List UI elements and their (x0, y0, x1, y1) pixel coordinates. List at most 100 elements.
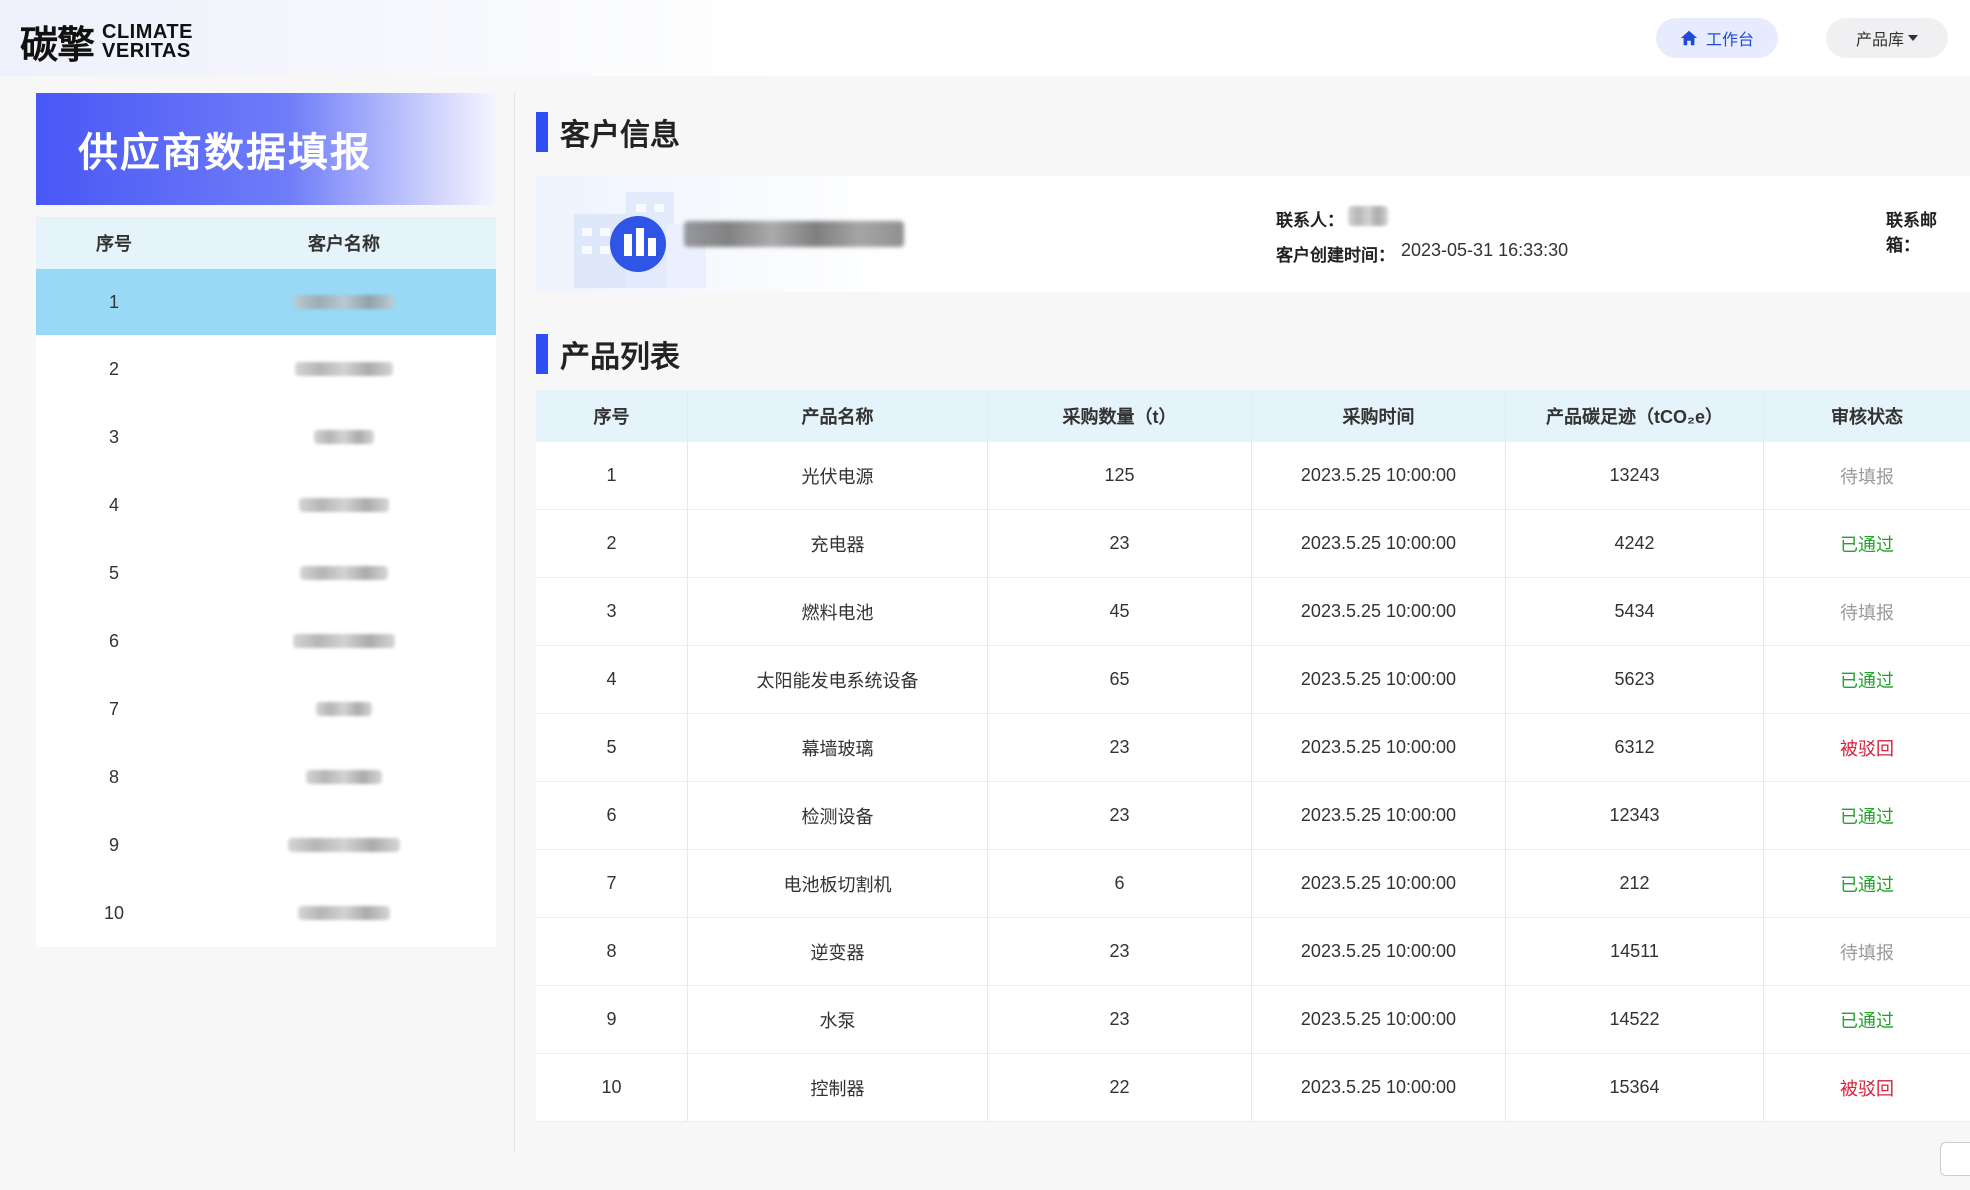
logo-english: CLIMATE VERITAS (102, 22, 193, 62)
floating-widget-tab[interactable] (1940, 1142, 1970, 1176)
review-status: 被驳回 (1840, 738, 1894, 759)
created-time-label: 客户创建时间： (1276, 246, 1395, 265)
product-name: 充电器 (688, 510, 988, 577)
column-header-carbon-footprint: 产品碳足迹（tCO₂e） (1506, 390, 1764, 442)
workbench-button[interactable]: 工作台 (1656, 18, 1778, 58)
customer-row[interactable]: 9 (36, 811, 496, 879)
row-index: 1 (536, 442, 688, 509)
product-name: 逆变器 (688, 918, 988, 985)
purchase-quantity: 23 (988, 714, 1252, 781)
product-row[interactable]: 10 控制器 22 2023.5.25 10:00:00 15364 被驳回 (536, 1054, 1970, 1122)
purchase-time: 2023.5.25 10:00:00 (1252, 510, 1506, 577)
customer-row[interactable]: 7 (36, 675, 496, 743)
top-header: 碳擎 CLIMATE VERITAS 工作台 产品库 (0, 0, 1970, 76)
sidebar-banner: 供应商数据填报 (36, 93, 496, 205)
logo[interactable]: 碳擎 CLIMATE VERITAS (20, 14, 193, 69)
review-status: 已通过 (1840, 1010, 1894, 1031)
purchase-time: 2023.5.25 10:00:00 (1252, 714, 1506, 781)
customer-name-redacted (192, 295, 496, 309)
purchase-time: 2023.5.25 10:00:00 (1252, 850, 1506, 917)
purchase-quantity: 23 (988, 510, 1252, 577)
row-index: 8 (536, 918, 688, 985)
logo-english-line2: VERITAS (102, 39, 191, 62)
sidebar-banner-title: 供应商数据填报 (78, 131, 372, 175)
customer-row-index: 1 (108, 291, 119, 312)
product-row[interactable]: 7 电池板切割机 6 2023.5.25 10:00:00 212 已通过 (536, 850, 1970, 918)
product-row[interactable]: 4 太阳能发电系统设备 65 2023.5.25 10:00:00 5623 已通过 (536, 646, 1970, 714)
customer-row[interactable]: 3 (36, 403, 496, 471)
customer-name-redacted (192, 906, 496, 920)
customer-row-index: 9 (108, 834, 119, 855)
product-library-dropdown[interactable]: 产品库 (1826, 18, 1948, 58)
review-status: 已通过 (1840, 874, 1894, 895)
caret-down-icon (1908, 35, 1918, 41)
carbon-footprint: 212 (1506, 850, 1764, 917)
row-index: 7 (536, 850, 688, 917)
review-status: 待填报 (1840, 942, 1894, 963)
product-list-heading: 产品列表 (536, 332, 680, 376)
product-row[interactable]: 6 检测设备 23 2023.5.25 10:00:00 12343 已通过 (536, 782, 1970, 850)
row-index: 9 (536, 986, 688, 1053)
customer-name-redacted (192, 430, 496, 444)
review-status: 待填报 (1840, 602, 1894, 623)
customer-name-redacted (192, 702, 496, 716)
customer-row-index: 4 (108, 494, 119, 515)
carbon-footprint: 4242 (1506, 510, 1764, 577)
purchase-time: 2023.5.25 10:00:00 (1252, 442, 1506, 509)
contact-name-redacted (1348, 206, 1388, 226)
product-name: 水泵 (688, 986, 988, 1053)
customer-name-redacted (192, 362, 496, 376)
customer-table-header: 序号 客户名称 (36, 217, 496, 269)
purchase-quantity: 22 (988, 1054, 1252, 1121)
home-icon (1680, 30, 1698, 46)
column-header-index: 序号 (96, 234, 132, 254)
carbon-footprint: 14522 (1506, 986, 1764, 1053)
heading-accent-bar (536, 334, 548, 374)
product-row[interactable]: 1 光伏电源 125 2023.5.25 10:00:00 13243 待填报 (536, 442, 1970, 510)
carbon-footprint: 14511 (1506, 918, 1764, 985)
carbon-footprint: 13243 (1506, 442, 1764, 509)
review-status: 被驳回 (1840, 1078, 1894, 1099)
row-index: 3 (536, 578, 688, 645)
purchase-time: 2023.5.25 10:00:00 (1252, 578, 1506, 645)
product-row[interactable]: 5 幕墙玻璃 23 2023.5.25 10:00:00 6312 被驳回 (536, 714, 1970, 782)
customer-row[interactable]: 2 (36, 335, 496, 403)
customer-name-redacted (192, 770, 496, 784)
product-row[interactable]: 8 逆变器 23 2023.5.25 10:00:00 14511 待填报 (536, 918, 1970, 986)
logo-chinese: 碳擎 (20, 23, 95, 67)
product-library-label: 产品库 (1855, 32, 1904, 49)
customer-name-redacted (192, 838, 496, 852)
purchase-time: 2023.5.25 10:00:00 (1252, 1054, 1506, 1121)
customer-name-redacted (192, 634, 496, 648)
product-row[interactable]: 3 燃料电池 45 2023.5.25 10:00:00 5434 待填报 (536, 578, 1970, 646)
workbench-label: 工作台 (1705, 32, 1754, 49)
customer-row[interactable]: 1 (36, 269, 496, 335)
customer-row[interactable]: 5 (36, 539, 496, 607)
customer-row-index: 5 (108, 562, 119, 583)
customer-row[interactable]: 6 (36, 607, 496, 675)
product-name: 电池板切割机 (688, 850, 988, 917)
carbon-footprint: 15364 (1506, 1054, 1764, 1121)
customer-row[interactable]: 4 (36, 471, 496, 539)
customer-row[interactable]: 8 (36, 743, 496, 811)
row-index: 4 (536, 646, 688, 713)
vertical-divider (514, 93, 515, 1151)
product-row[interactable]: 2 充电器 23 2023.5.25 10:00:00 4242 已通过 (536, 510, 1970, 578)
carbon-footprint: 5623 (1506, 646, 1764, 713)
column-header-purchase-time: 采购时间 (1252, 390, 1506, 442)
customer-name-redacted (684, 221, 904, 247)
customer-row[interactable]: 10 (36, 879, 496, 947)
customer-row-index: 3 (108, 426, 119, 447)
column-header-product-name: 产品名称 (688, 390, 988, 442)
product-name: 幕墙玻璃 (688, 714, 988, 781)
product-name: 太阳能发电系统设备 (688, 646, 988, 713)
created-time-value: 2023-05-31 16:33:30 (1401, 240, 1569, 260)
purchase-quantity: 125 (988, 442, 1252, 509)
product-row[interactable]: 9 水泵 23 2023.5.25 10:00:00 14522 已通过 (536, 986, 1970, 1054)
purchase-time: 2023.5.25 10:00:00 (1252, 782, 1506, 849)
product-name: 控制器 (688, 1054, 988, 1121)
column-header-quantity: 采购数量（t） (988, 390, 1252, 442)
purchase-quantity: 23 (988, 986, 1252, 1053)
column-header-customer-name: 客户名称 (308, 234, 380, 254)
customer-info-title: 客户信息 (560, 119, 680, 152)
